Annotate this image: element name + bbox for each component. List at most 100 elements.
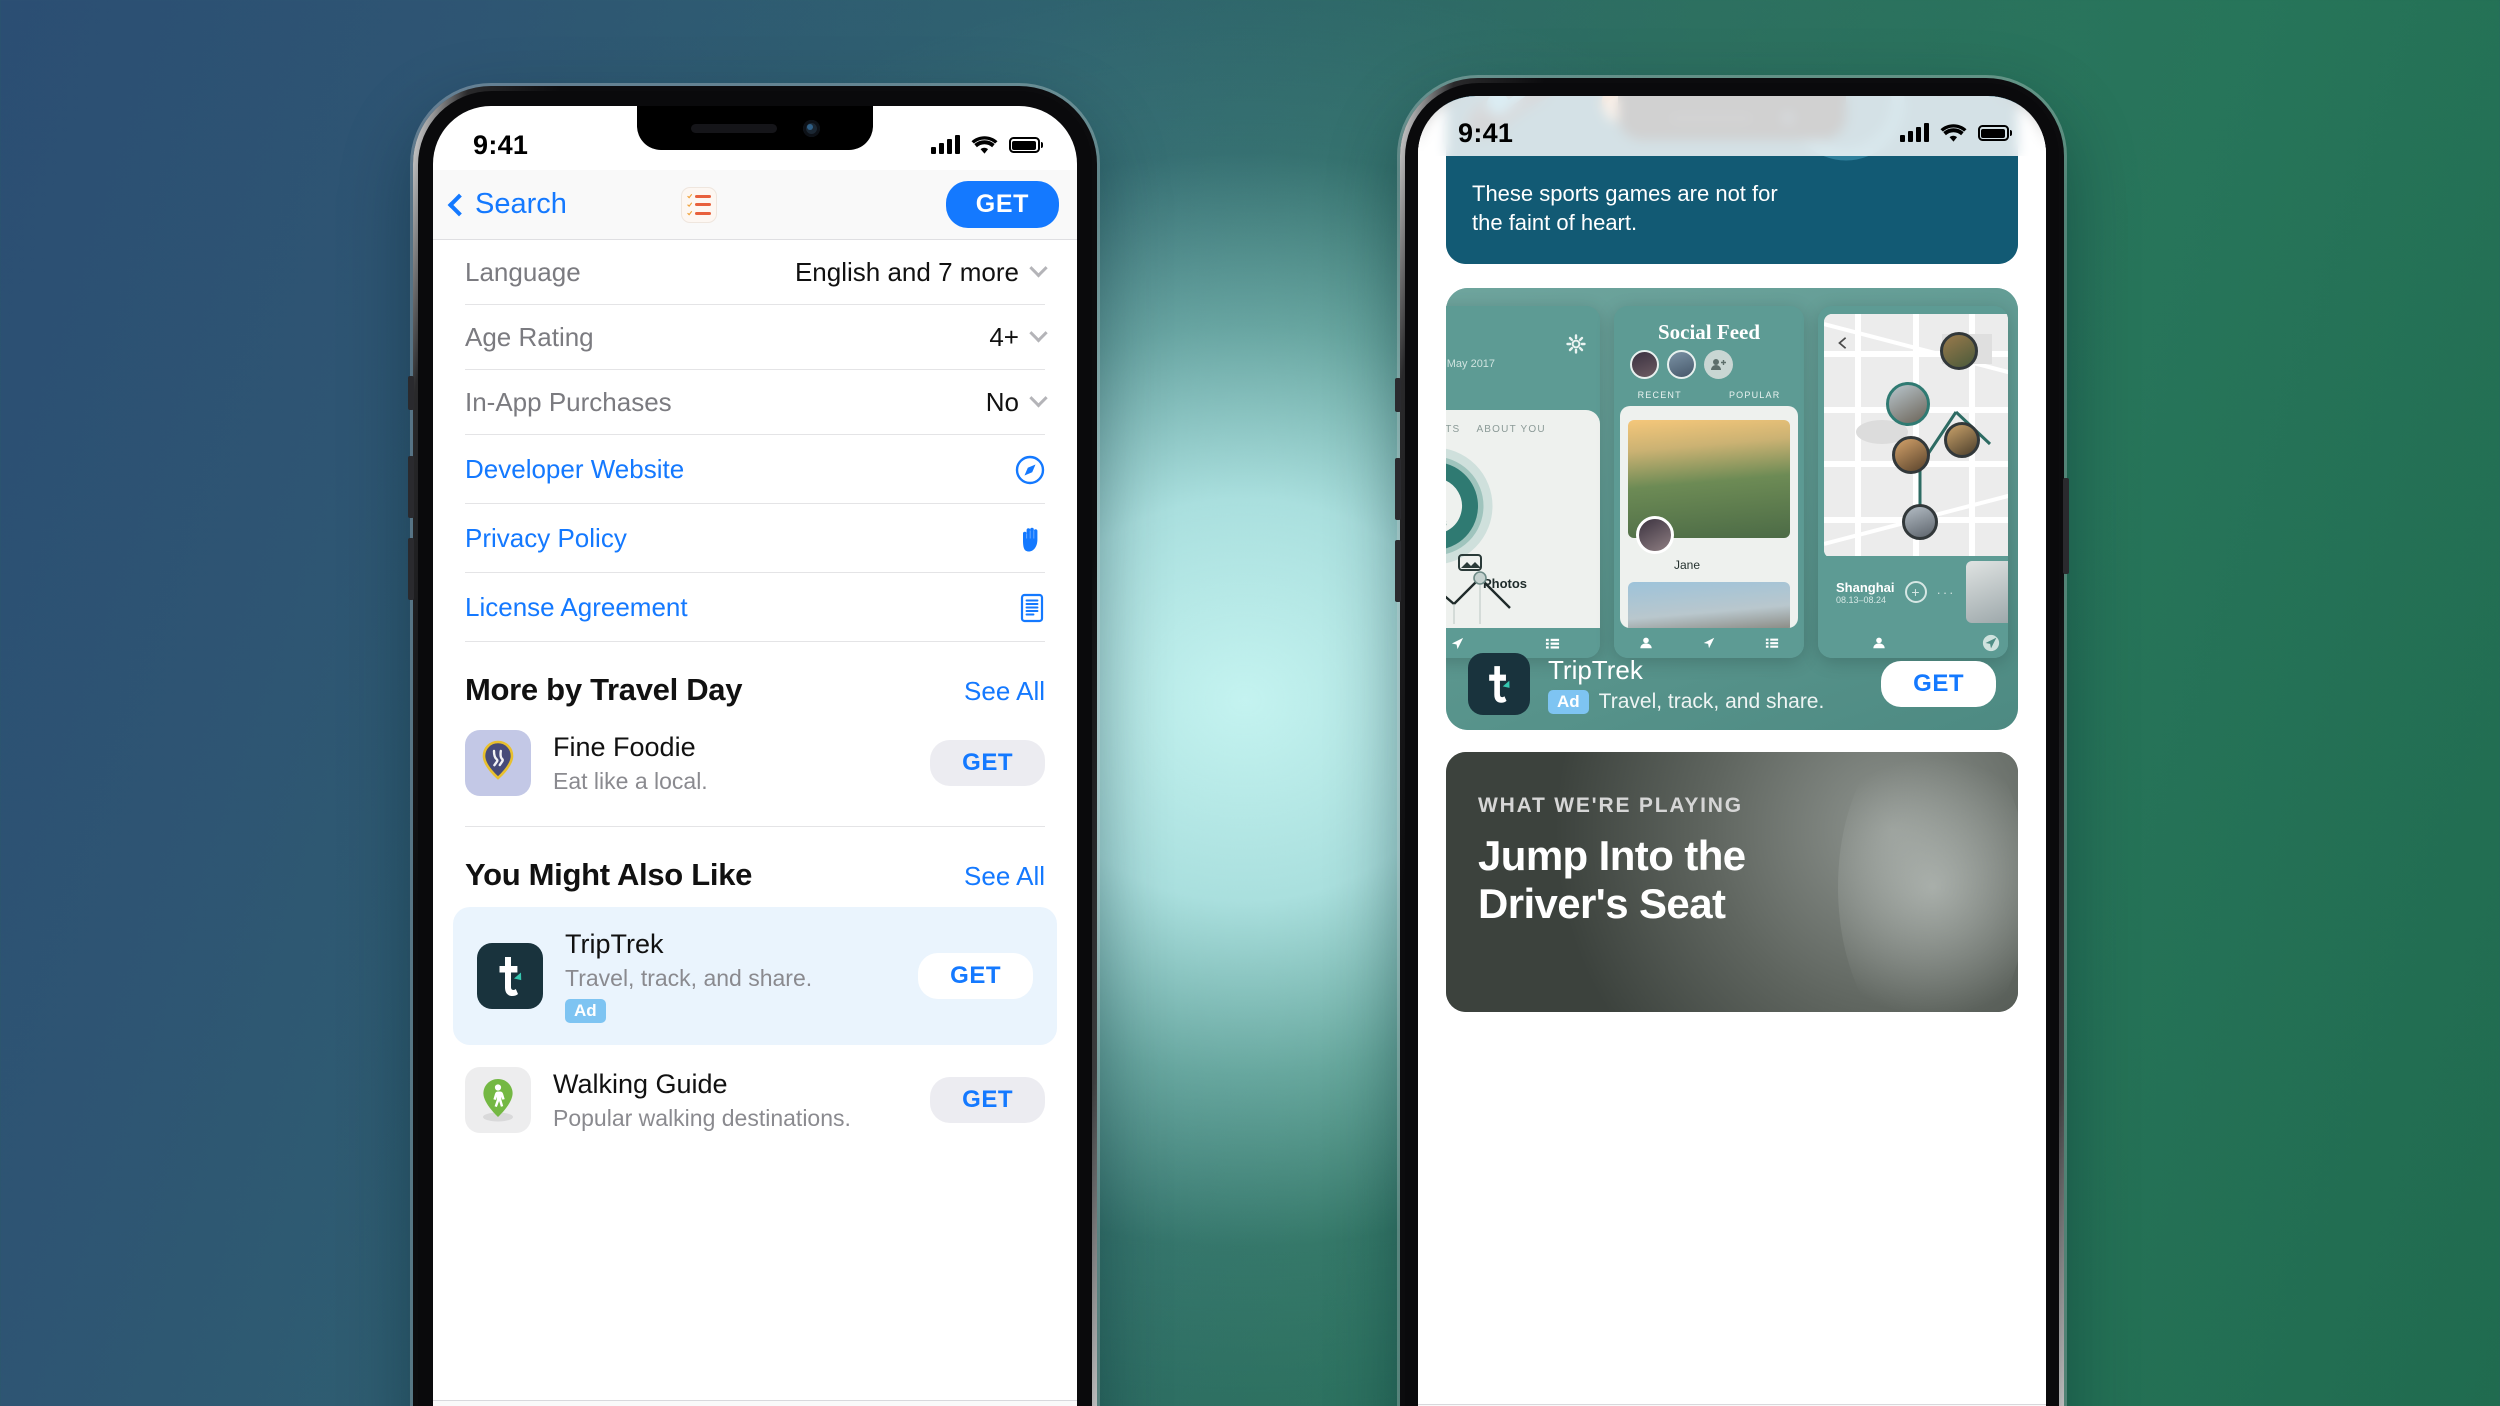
post-photo[interactable] [1628,582,1790,628]
info-key: Age Rating [465,322,594,352]
right-phone-power-button[interactable] [2063,478,2069,574]
tab-points[interactable]: POINTS [1446,424,1460,435]
battery-icon [1977,125,2012,141]
section-title: You Might Also Like [465,857,753,892]
gear-icon[interactable] [1566,334,1586,354]
triptrek-promo-card[interactable]: e since May 2017 POINTS ABOUT YOU [1446,288,2018,730]
left-phone-silent-switch[interactable] [408,376,414,410]
playcard-photo-highlight [1838,752,2018,1012]
triptrek-t-icon [477,943,543,1009]
triptrek-t-icon [1468,653,1530,715]
playcard-headline: Jump Into the Driver's Seat [1478,832,1746,927]
link-row-developer-website[interactable]: Developer Website [465,435,1045,504]
right-phone-screen: These sports games are not for the faint… [1418,96,2046,1406]
screenshot-carousel[interactable]: e since May 2017 POINTS ABOUT YOU [1446,306,2018,658]
map-area[interactable] [1824,314,2008,558]
link-label: Privacy Policy [465,523,627,553]
left-status-bar: 9:41 [433,106,1077,170]
info-row-age-rating[interactable]: Age Rating 4+ [465,305,1048,370]
map-pin-photo[interactable] [1944,422,1980,458]
battery-icon [1008,137,1043,153]
left-phone-volume-down-button[interactable] [408,538,414,600]
map-pin-photo[interactable] [1940,332,1978,370]
info-row-in-app-purchases[interactable]: In-App Purchases No [465,370,1048,435]
link-row-privacy-policy[interactable]: Privacy Policy [465,504,1045,573]
info-key: In-App Purchases [465,387,672,417]
back-to-search-button[interactable]: Search [447,188,567,221]
right-phone-silent-switch[interactable] [1395,378,1401,412]
get-button-promo-triptrek[interactable]: GET [1881,661,1996,707]
right-phone-volume-down-button[interactable] [1395,540,1401,602]
wifi-icon [971,136,997,154]
avatar [1636,516,1674,554]
status-time: 9:41 [1458,117,1514,148]
tab-recent[interactable]: RECENT [1638,390,1682,400]
avatar[interactable] [1667,350,1696,379]
fine-foodie-pin-icon [465,730,531,796]
section-header-more-by-travel-day: More by Travel Day See All [465,642,1045,718]
back-label: Search [475,188,567,220]
walking-guide-pin-icon [465,1067,531,1133]
app-row-walking-guide[interactable]: Walking Guide Popular walking destinatio… [465,1055,1045,1145]
right-scroll-area[interactable]: These sports games are not for the faint… [1418,96,2046,1406]
right-status-bar: 9:41 [1418,96,2046,156]
app-row-fine-foodie[interactable]: Fine Foodie Eat like a local. GET [465,718,1045,827]
see-all-link[interactable]: See All [964,861,1045,892]
chevron-down-icon[interactable] [1029,324,1048,343]
social-feed-screenshot[interactable]: Social Feed RECENT POPULAR Jane [1614,306,1804,658]
get-button-fine-foodie[interactable]: GET [930,740,1045,786]
app-row-triptrek[interactable]: TripTrek Travel, track, and share. Ad GE… [477,917,1033,1035]
left-phone-screen: 9:41 Search GET Language English and 7 m… [433,106,1077,1406]
map-pin-photo[interactable] [1892,436,1930,474]
followers-label: Followers [1446,518,1447,529]
map-pin-photo[interactable] [1902,504,1938,540]
ad-badge: Ad [1548,689,1589,714]
section-header-you-might-also-like: You Might Also Like See All [465,827,1045,903]
trip-thumbnail[interactable] [1965,561,2008,623]
link-label: License Agreement [465,592,688,622]
get-button-triptrek[interactable]: GET [918,953,1033,999]
cellular-signal-icon [930,135,960,154]
info-value: English and 7 more [794,257,1019,287]
member-since-label: since May 2017 [1446,358,1496,370]
wifi-icon [1940,124,1966,142]
app-subtitle: Popular walking destinations. [553,1104,851,1131]
playcard-eyebrow: WHAT WE'RE PLAYING [1478,794,1743,817]
info-value: No [985,387,1019,417]
left-scroll-area[interactable]: Language English and 7 more Age Rating 4… [433,240,1077,1406]
link-row-license-agreement[interactable]: License Agreement [465,573,1045,642]
ad-card-triptrek[interactable]: TripTrek Travel, track, and share. Ad GE… [453,907,1057,1045]
safari-compass-icon [1015,455,1045,484]
map-pin-photo[interactable] [1886,382,1930,426]
right-phone-volume-up-button[interactable] [1395,458,1401,520]
tab-popular[interactable]: POPULAR [1729,390,1780,400]
post-author: Jane [1674,558,1701,572]
post-photo[interactable] [1628,420,1790,554]
app-name: TripTrek [565,929,664,959]
back-chevron-icon[interactable] [1836,336,1850,350]
left-phone-volume-up-button[interactable] [408,456,414,518]
tab-about-you[interactable]: ABOUT YOU [1476,424,1545,435]
app-subtitle: Eat like a local. [553,767,708,794]
app-name: Walking Guide [553,1068,728,1099]
get-button-walking-guide[interactable]: GET [930,1077,1045,1123]
what-were-playing-card[interactable]: WHAT WE'RE PLAYING Jump Into the Driver'… [1446,752,2018,1012]
left-tab-bar [433,1400,1077,1406]
trip-map-screenshot[interactable]: Shanghai 08.13–08.24 + ··· [1818,306,2008,658]
document-text-icon [1020,593,1044,622]
social-feed-title: Social Feed [1657,320,1761,344]
see-all-link[interactable]: See All [964,676,1045,707]
app-name: Fine Foodie [553,731,696,762]
nav-get-button[interactable]: GET [945,181,1059,228]
add-photo-button[interactable]: + [1904,581,1927,603]
chevron-down-icon[interactable] [1029,259,1048,278]
chevron-down-icon[interactable] [1029,389,1048,408]
info-row-language[interactable]: Language English and 7 more [465,240,1048,305]
add-friends-icon[interactable] [1704,350,1733,379]
right-phone-device: These sports games are not for the faint… [1395,78,2069,1406]
left-nav-bar: Search GET [433,170,1077,240]
profile-stats-screenshot[interactable]: e since May 2017 POINTS ABOUT YOU [1446,306,1600,658]
ellipsis-icon: ··· [1936,584,1956,600]
cellular-signal-icon [1899,123,1929,142]
avatar[interactable] [1630,350,1659,379]
